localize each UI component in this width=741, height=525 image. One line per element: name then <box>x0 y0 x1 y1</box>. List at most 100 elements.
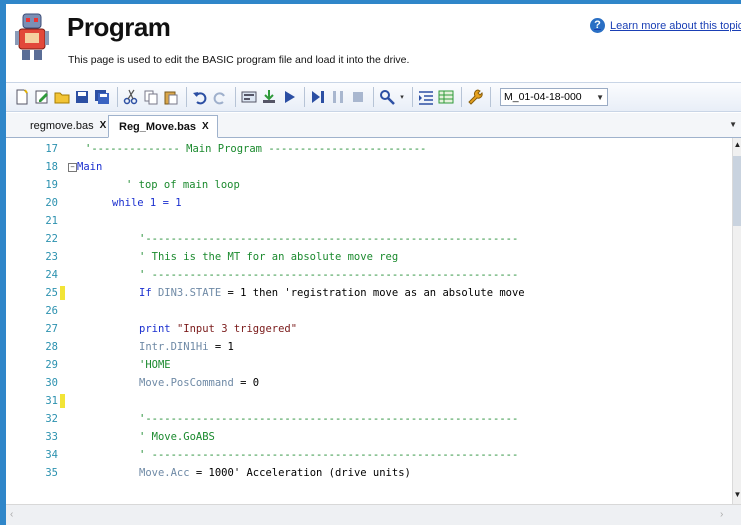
download-icon[interactable] <box>261 89 277 105</box>
code-line: 22 '------------------------------------… <box>6 230 732 248</box>
tab-list-dropdown-icon[interactable]: ▼ <box>729 120 737 129</box>
change-marker <box>60 286 65 300</box>
editor-toolbar: ▾ M_01-04-18-000 ▼ <box>6 82 741 112</box>
code-text: ' top of main loop <box>126 179 240 191</box>
vertical-scrollbar[interactable]: ▲ ▼ <box>732 138 741 504</box>
code-text: '---------------------------------------… <box>139 233 519 245</box>
save-all-icon[interactable] <box>94 89 110 105</box>
change-marker <box>60 394 65 408</box>
line-number: 25 <box>45 287 58 299</box>
scroll-down-icon[interactable]: ▼ <box>733 490 741 502</box>
line-number: 28 <box>45 341 58 353</box>
toolbar-separator <box>304 87 305 107</box>
code-text: Main <box>77 161 103 173</box>
code-text: ' This is the MT for an absolute move re… <box>139 251 399 263</box>
pause-icon[interactable] <box>330 89 346 105</box>
toolbar-separator <box>461 87 462 107</box>
scroll-right-icon[interactable]: › <box>720 509 723 520</box>
code-line: 26 <box>6 302 732 320</box>
toolbar-separator <box>373 87 374 107</box>
code-text: If DIN3.STATE = 1 then 'registration mov… <box>139 284 525 302</box>
code-text: ' Move.GoABS <box>139 431 215 443</box>
line-number: 18 <box>45 161 58 173</box>
indent-icon[interactable] <box>418 89 434 105</box>
line-number: 33 <box>45 431 58 443</box>
toolbar-separator <box>186 87 187 107</box>
file-tabs: regmove.bas X Reg_Move.bas X ▼ <box>6 113 741 138</box>
run-icon[interactable] <box>281 89 297 105</box>
code-text: 'HOME <box>139 359 171 371</box>
chevron-down-icon: ▼ <box>596 92 604 102</box>
code-text: Move.Acc = 1000' Acceleration (drive uni… <box>139 464 411 482</box>
code-line: 20 while 1 = 1 <box>6 194 732 212</box>
tab-label: regmove.bas <box>30 119 94 132</box>
close-icon[interactable]: X <box>202 121 209 132</box>
watch-table-icon[interactable] <box>438 89 454 105</box>
horizontal-scrollbar[interactable]: ‹ › <box>6 504 741 525</box>
line-number: 35 <box>45 467 58 479</box>
page-header: Program This page is used to edit the BA… <box>6 4 741 72</box>
line-number: 30 <box>45 377 58 389</box>
step-icon[interactable] <box>310 89 326 105</box>
open-folder-icon[interactable] <box>54 89 70 105</box>
close-icon[interactable]: X <box>100 120 107 131</box>
code-identifier: Move.Acc <box>139 467 190 479</box>
line-number: 29 <box>45 359 58 371</box>
edit-icon[interactable] <box>34 89 50 105</box>
firmware-select[interactable]: M_01-04-18-000 ▼ <box>500 88 608 106</box>
code-line: 25 If DIN3.STATE = 1 then 'registration … <box>6 284 732 302</box>
help-link[interactable]: ? Learn more about this topic <box>590 18 741 33</box>
line-number: 22 <box>45 233 58 245</box>
tab-regmove[interactable]: regmove.bas X <box>20 115 114 136</box>
code-line: 19 ' top of main loop <box>6 176 732 194</box>
line-number: 23 <box>45 251 58 263</box>
code-keyword: print <box>139 323 177 335</box>
line-number: 17 <box>45 143 58 155</box>
cut-icon[interactable] <box>123 89 139 105</box>
find-dropdown-icon[interactable]: ▾ <box>399 89 405 105</box>
copy-icon[interactable] <box>143 89 159 105</box>
page-description: This page is used to edit the BASIC prog… <box>68 54 410 66</box>
code-editor[interactable]: 17 '-------------- Main Program --------… <box>6 138 732 504</box>
toolbar-separator <box>412 87 413 107</box>
line-number: 26 <box>45 305 58 317</box>
undo-icon[interactable] <box>192 89 208 105</box>
code-line: 29 'HOME <box>6 356 732 374</box>
code-keyword: If <box>139 287 158 299</box>
firmware-select-value: M_01-04-18-000 <box>504 91 582 103</box>
page-title: Program <box>67 12 171 42</box>
toolbar-separator <box>117 87 118 107</box>
code-text: Intr.DIN1Hi = 1 <box>139 338 234 356</box>
code-line: 28 Intr.DIN1Hi = 1 <box>6 338 732 356</box>
scroll-up-icon[interactable]: ▲ <box>733 140 741 152</box>
compile-icon[interactable] <box>241 89 257 105</box>
paste-icon[interactable] <box>163 89 179 105</box>
code-identifier: Intr.DIN1Hi <box>139 341 209 353</box>
line-number: 21 <box>45 215 58 227</box>
settings-wrench-icon[interactable] <box>467 89 483 105</box>
collapse-icon[interactable]: − <box>68 163 77 172</box>
new-file-icon[interactable] <box>14 89 30 105</box>
line-number: 32 <box>45 413 58 425</box>
redo-icon[interactable] <box>212 89 228 105</box>
scroll-thumb[interactable] <box>733 156 741 226</box>
code-remainder: = 1 then 'registration move as an absolu… <box>221 287 525 299</box>
code-line: 24 ' -----------------------------------… <box>6 266 732 284</box>
toolbar-separator <box>490 87 491 107</box>
code-text: while 1 = 1 <box>112 197 182 209</box>
line-number: 31 <box>45 395 58 407</box>
code-remainder: = 1000 <box>189 467 234 479</box>
line-number: 27 <box>45 323 58 335</box>
scroll-left-icon[interactable]: ‹ <box>10 509 13 520</box>
tab-reg-move[interactable]: Reg_Move.bas X <box>108 115 218 138</box>
line-number: 20 <box>45 197 58 209</box>
code-identifier: Move.PosCommand <box>139 377 234 389</box>
robot-logo-icon <box>14 12 50 62</box>
stop-icon[interactable] <box>350 89 366 105</box>
code-line: 23 ' This is the MT for an absolute move… <box>6 248 732 266</box>
save-icon[interactable] <box>74 89 90 105</box>
code-line: 27 print "Input 3 triggered" <box>6 320 732 338</box>
find-icon[interactable] <box>379 89 395 105</box>
code-text: print "Input 3 triggered" <box>139 320 297 338</box>
code-line: 21 <box>6 212 732 230</box>
